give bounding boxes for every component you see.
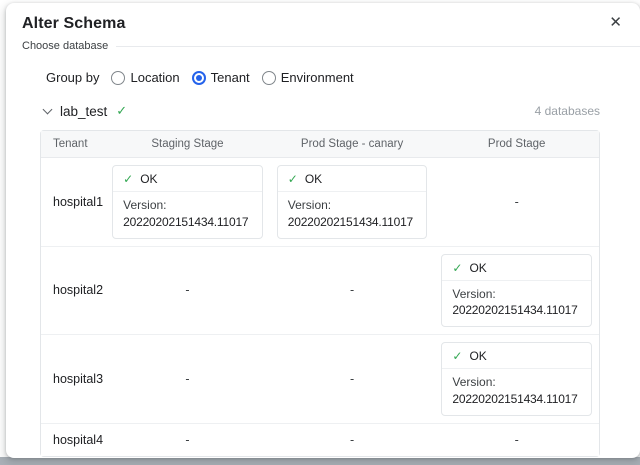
empty-stage-dash: - <box>515 195 519 209</box>
column-header-prod: Prod Stage <box>434 131 599 158</box>
column-header-prod-canary: Prod Stage - canary <box>270 131 435 158</box>
radio-tenant-icon[interactable] <box>192 71 206 85</box>
version-value: 20220202151434.11017 <box>123 214 252 231</box>
check-icon: ✓ <box>452 349 462 363</box>
chevron-down-icon[interactable] <box>43 105 53 115</box>
database-group-name: lab_test <box>60 104 107 119</box>
close-icon[interactable]: ✕ <box>607 13 624 32</box>
subtitle-divider <box>116 46 640 47</box>
column-header-staging: Staging Stage <box>105 131 270 158</box>
status-label: OK <box>469 349 486 363</box>
empty-stage-dash: - <box>350 372 354 386</box>
version-label: Version: <box>288 197 417 214</box>
radio-tenant[interactable]: Tenant <box>192 70 250 85</box>
radio-tenant-label: Tenant <box>211 70 250 85</box>
subtitle-row: Choose database <box>22 40 640 52</box>
version-label: Version: <box>452 286 581 303</box>
check-icon: ✓ <box>123 172 133 186</box>
radio-location-label: Location <box>130 70 179 85</box>
radio-environment[interactable]: Environment <box>262 70 354 85</box>
radio-environment-icon[interactable] <box>262 71 276 85</box>
check-icon: ✓ <box>452 261 462 275</box>
status-label: OK <box>305 172 322 186</box>
status-card[interactable]: ✓ OK Version: 20220202151434.11017 <box>441 342 592 416</box>
dialog-title: Alter Schema <box>22 15 640 33</box>
status-card[interactable]: ✓ OK Version: 20220202151434.11017 <box>112 165 263 239</box>
tenant-name: hospital1 <box>41 158 105 246</box>
status-label: OK <box>140 172 157 186</box>
group-by-row: Group by Location Tenant Environment <box>46 70 600 85</box>
alter-schema-dialog: Alter Schema Choose database ✕ Group by … <box>6 3 640 458</box>
radio-environment-label: Environment <box>281 70 354 85</box>
column-header-tenant: Tenant <box>41 131 105 158</box>
empty-stage-dash: - <box>185 372 189 386</box>
database-group-row[interactable]: lab_test ✓ 4 databases <box>42 103 600 119</box>
version-label: Version: <box>123 197 252 214</box>
group-check-icon: ✓ <box>116 103 127 119</box>
empty-stage-dash: - <box>185 433 189 447</box>
check-icon: ✓ <box>288 172 298 186</box>
empty-stage-dash: - <box>350 283 354 297</box>
empty-stage-dash: - <box>515 433 519 447</box>
database-count: 4 databases <box>535 104 600 118</box>
status-card[interactable]: ✓ OK Version: 20220202151434.11017 <box>441 254 592 328</box>
table-row-hospital4: hospital4 - - - <box>41 423 599 456</box>
version-value: 20220202151434.11017 <box>452 391 581 408</box>
table-row-hospital1: hospital1 ✓ OK Version: 20220202151434.1… <box>41 158 599 246</box>
dialog-subtitle: Choose database <box>22 40 108 52</box>
dialog-header: Alter Schema Choose database ✕ <box>6 3 640 52</box>
status-label: OK <box>469 261 486 275</box>
table-row-hospital3: hospital3 - - ✓ OK Version: 202202021514… <box>41 334 599 423</box>
empty-stage-dash: - <box>185 283 189 297</box>
radio-location-icon[interactable] <box>111 71 125 85</box>
version-label: Version: <box>452 374 581 391</box>
group-by-label: Group by <box>46 70 99 85</box>
status-card[interactable]: ✓ OK Version: 20220202151434.11017 <box>277 165 428 239</box>
table-row-hospital2: hospital2 - - ✓ OK Version: 202202021514… <box>41 246 599 335</box>
databases-table: Tenant Staging Stage Prod Stage - canary… <box>40 130 600 457</box>
dialog-content: Group by Location Tenant Environment lab… <box>6 52 640 465</box>
tenant-name: hospital3 <box>41 334 105 423</box>
radio-location[interactable]: Location <box>111 70 179 85</box>
tenant-name: hospital4 <box>41 423 105 456</box>
version-value: 20220202151434.11017 <box>452 302 581 319</box>
version-value: 20220202151434.11017 <box>288 214 417 231</box>
tenant-name: hospital2 <box>41 246 105 335</box>
table-header-row: Tenant Staging Stage Prod Stage - canary… <box>41 131 599 158</box>
empty-stage-dash: - <box>350 433 354 447</box>
